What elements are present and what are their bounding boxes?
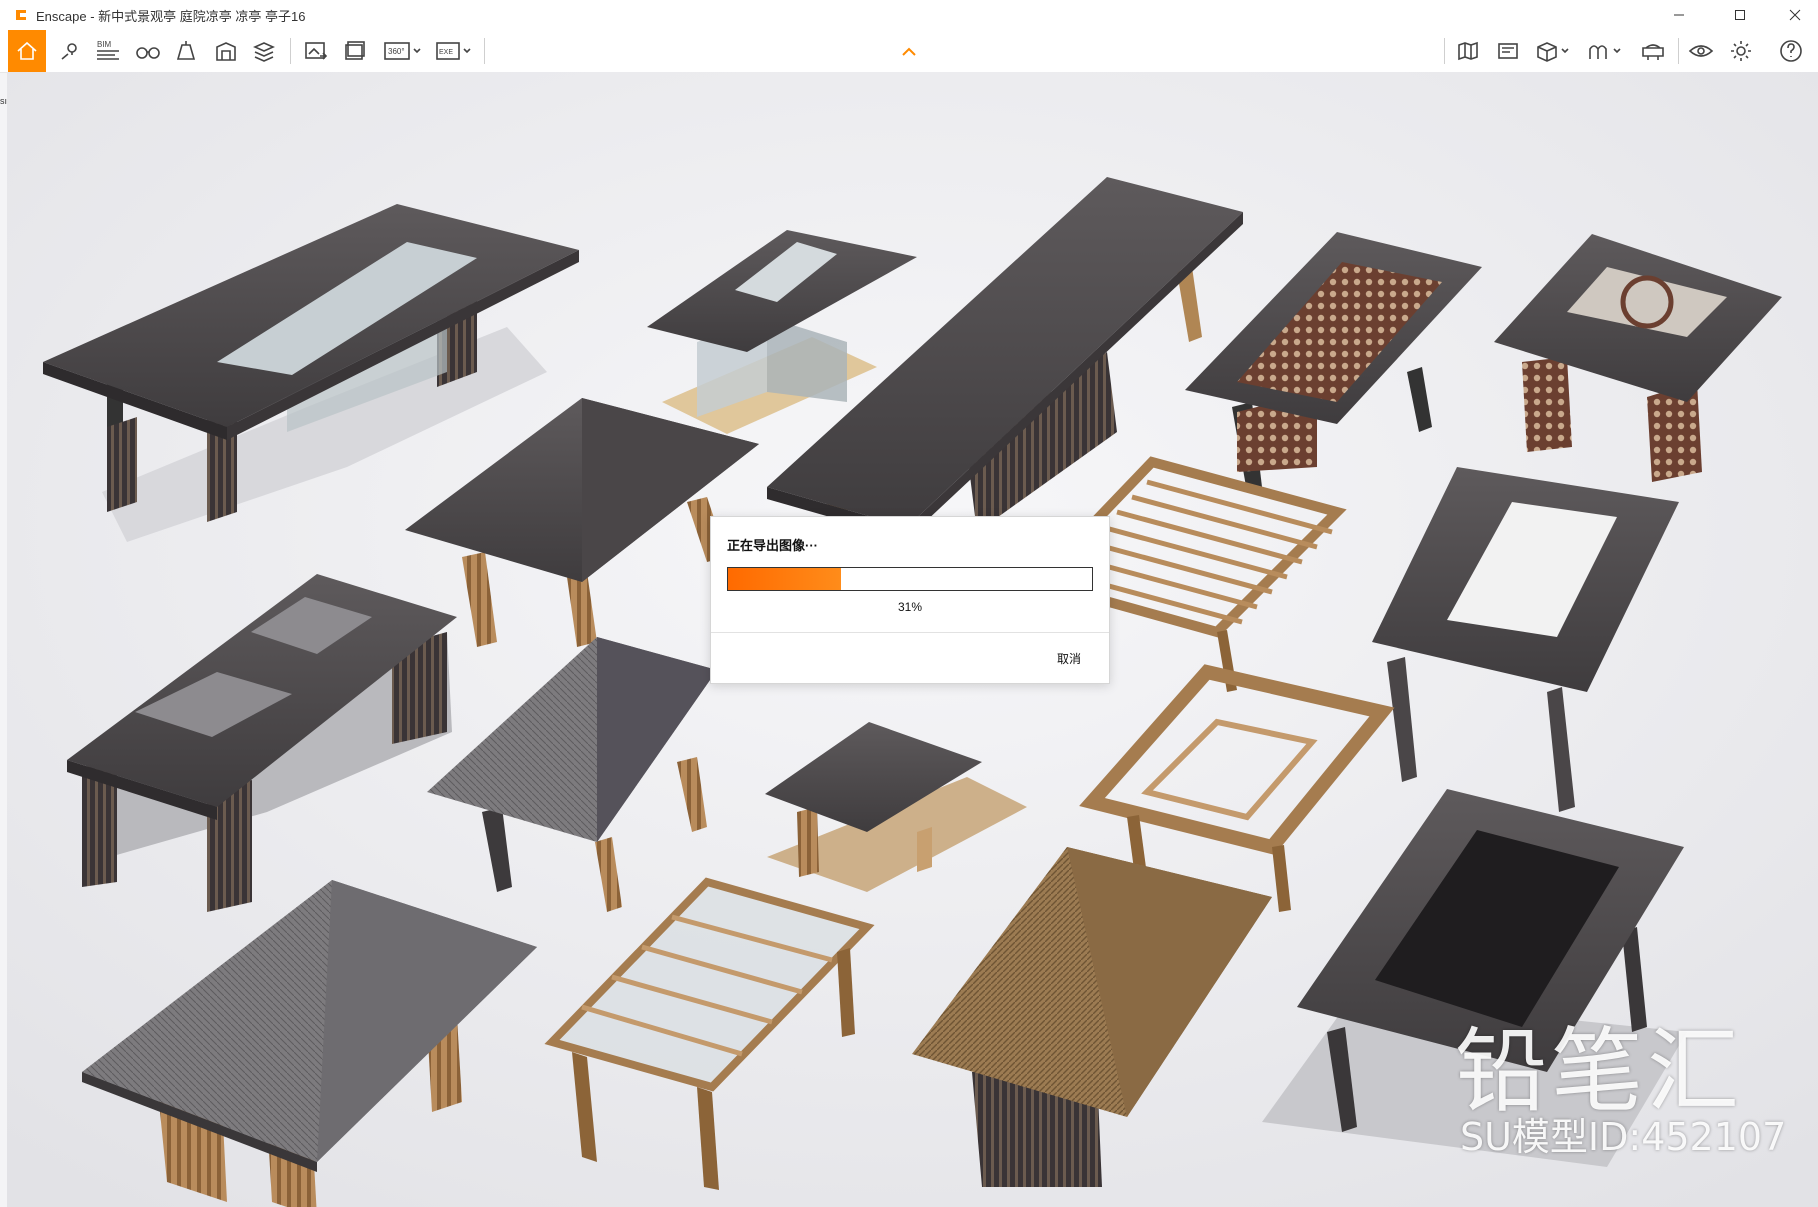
progress-bar — [727, 567, 1093, 591]
bim-icon: BIM — [97, 40, 119, 60]
panorama-label: 360° — [388, 47, 405, 56]
dialog-divider — [711, 632, 1109, 633]
dialog-title: 正在导出图像··· — [727, 538, 818, 553]
asset-library-button[interactable] — [210, 35, 242, 67]
cancel-button[interactable]: 取消 — [1057, 650, 1081, 667]
atmosphere-icon — [1589, 45, 1621, 59]
batch-render-button[interactable] — [340, 35, 372, 67]
toolbar-separator — [1678, 38, 1679, 64]
map-button[interactable] — [1452, 35, 1484, 67]
collapse-toolbar-button[interactable] — [895, 42, 923, 62]
cube-button[interactable] — [1532, 35, 1576, 67]
enscape-logo-icon — [16, 10, 26, 20]
mini-map-button[interactable] — [1492, 35, 1524, 67]
vr-icon — [1642, 44, 1664, 60]
visual-settings-button[interactable] — [1684, 35, 1718, 67]
export-exe-button[interactable]: EXE — [434, 35, 476, 67]
building-icon — [216, 42, 236, 61]
render-image-button[interactable] — [300, 35, 332, 67]
watermark-model-id: SU模型ID:452107 — [1460, 1115, 1787, 1159]
binoculars-icon — [136, 47, 160, 59]
export-progress-dialog: 正在导出图像··· 31% 取消 — [710, 516, 1110, 684]
exe-label: EXE — [439, 49, 453, 56]
panorama-icon: 360° — [384, 42, 421, 60]
layers-icon — [253, 42, 275, 62]
panorama-button[interactable]: 360° — [382, 35, 424, 67]
toolbar-separator — [290, 38, 291, 64]
chevron-up-icon — [902, 47, 916, 56]
map-icon — [1458, 41, 1478, 61]
close-icon — [1789, 9, 1801, 21]
map-pin-icon — [61, 43, 77, 60]
main-toolbar: BIM 360° EXE — [0, 30, 1818, 73]
minimap-icon — [1498, 43, 1518, 59]
edge-text: sı — [0, 96, 8, 106]
progress-fill — [728, 568, 841, 590]
vr-button[interactable] — [1636, 35, 1670, 67]
maximize-icon — [1735, 10, 1745, 20]
gear-icon — [1731, 41, 1751, 61]
help-button[interactable] — [1774, 35, 1808, 67]
walk-button[interactable] — [132, 35, 164, 67]
toolbar-separator — [484, 38, 485, 64]
help-icon — [1780, 40, 1802, 62]
enscape-window: Enscape - 新中式景观亭 庭院凉亭 凉亭 亭子16 BIM 360° E… — [0, 0, 1818, 1207]
cube-icon — [1537, 42, 1569, 62]
atmosphere-button[interactable] — [1584, 35, 1628, 67]
screenshot-icon — [305, 42, 328, 60]
eye-icon — [1688, 45, 1714, 57]
exe-export-icon: EXE — [436, 42, 471, 60]
progress-percent: 31% — [897, 600, 923, 614]
toolbar-separator — [1444, 38, 1445, 64]
minimize-button[interactable] — [1656, 0, 1702, 30]
maximize-button[interactable] — [1717, 0, 1763, 30]
batch-icon — [345, 41, 365, 60]
material-button[interactable] — [248, 35, 280, 67]
home-button[interactable] — [8, 30, 46, 72]
bim-button[interactable]: BIM — [92, 35, 124, 67]
minimize-icon — [1674, 14, 1684, 16]
window-title: Enscape - 新中式景观亭 庭院凉亭 凉亭 亭子16 — [36, 8, 306, 24]
bim-label: BIM — [97, 40, 112, 49]
close-button[interactable] — [1772, 0, 1818, 30]
title-bar: Enscape - 新中式景观亭 庭院凉亭 凉亭 亭子16 — [0, 0, 1818, 30]
bell-asset-icon — [176, 41, 196, 60]
home-icon — [17, 41, 37, 60]
views-button[interactable] — [54, 35, 86, 67]
settings-button[interactable] — [1724, 35, 1758, 67]
assets-button[interactable] — [170, 35, 202, 67]
